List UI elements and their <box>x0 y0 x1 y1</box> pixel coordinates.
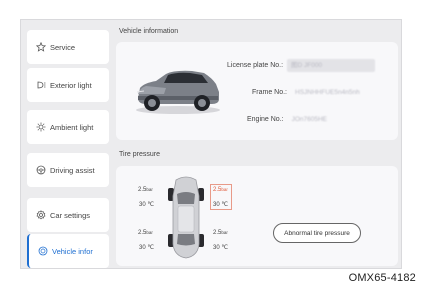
engine-number-row: Engine No.: JOn7605HE <box>247 113 331 126</box>
sidebar-item-exterior-light[interactable]: Exterior light <box>27 68 109 102</box>
gear-icon <box>36 210 46 220</box>
sidebar-item-label: Ambient light <box>50 122 94 132</box>
sidebar-item-label: Driving assist <box>50 165 95 175</box>
info-icon <box>38 246 48 256</box>
car-image <box>136 70 220 114</box>
sidebar-item-label: Exterior light <box>50 80 92 90</box>
engine-number-value: JOn7605HE <box>291 116 328 123</box>
sidebar: Service Exterior light Ambient light Dri… <box>25 26 111 268</box>
sun-icon <box>36 122 46 132</box>
sidebar-item-vehicle-info[interactable]: Vehicle infor <box>27 234 109 268</box>
rear-right-temperature: 30 ℃ <box>213 245 229 251</box>
license-plate-label: License plate No.: <box>227 62 284 69</box>
figure-code: OMX65-4182 <box>348 272 416 284</box>
frame-number-row: Frame No.: HSJNHHFUE5n4n5nh <box>252 86 364 99</box>
front-left-temperature: 30 ℃ <box>139 202 155 208</box>
sidebar-item-ambient-light[interactable]: Ambient light <box>27 110 109 144</box>
headlight-icon <box>36 80 46 90</box>
vehicle-info-title: Vehicle information <box>119 28 179 35</box>
sidebar-item-label: Car settings <box>50 210 91 220</box>
license-plate-row: License plate No.: 图D JF000 <box>227 59 376 72</box>
sidebar-item-car-settings[interactable]: Car settings <box>27 198 109 232</box>
sidebar-item-driving-assist[interactable]: Driving assist <box>27 153 109 187</box>
frame-number-value: HSJNHHFUE5n4n5nh <box>295 89 360 96</box>
vehicle-screen: Service Exterior light Ambient light Dri… <box>20 19 402 269</box>
front-right-pressure: 2.5bar <box>213 187 228 193</box>
tire-pressure-panel <box>116 166 398 266</box>
steering-wheel-icon <box>36 165 46 175</box>
front-left-pressure: 2.5bar <box>138 187 153 193</box>
car-top-view <box>168 176 204 259</box>
rear-left-temperature: 30 ℃ <box>139 245 155 251</box>
frame-number-label: Frame No.: <box>252 89 288 96</box>
rear-right-pressure: 2.5bar <box>213 230 228 236</box>
sidebar-item-label: Service <box>50 42 76 52</box>
license-plate-value: 图D JF000 <box>287 59 376 72</box>
rear-left-pressure: 2.5bar <box>138 230 153 236</box>
tire-pressure-title: Tire pressure <box>119 151 160 158</box>
sidebar-item-service[interactable]: Service <box>27 30 109 64</box>
engine-number-label: Engine No.: <box>247 116 284 123</box>
sidebar-item-label: Vehicle infor <box>52 246 93 256</box>
front-right-temperature: 30 ℃ <box>213 202 229 208</box>
star-icon <box>36 42 46 52</box>
abnormal-tire-pressure-button[interactable]: Abnormal tire pressure <box>273 223 361 243</box>
